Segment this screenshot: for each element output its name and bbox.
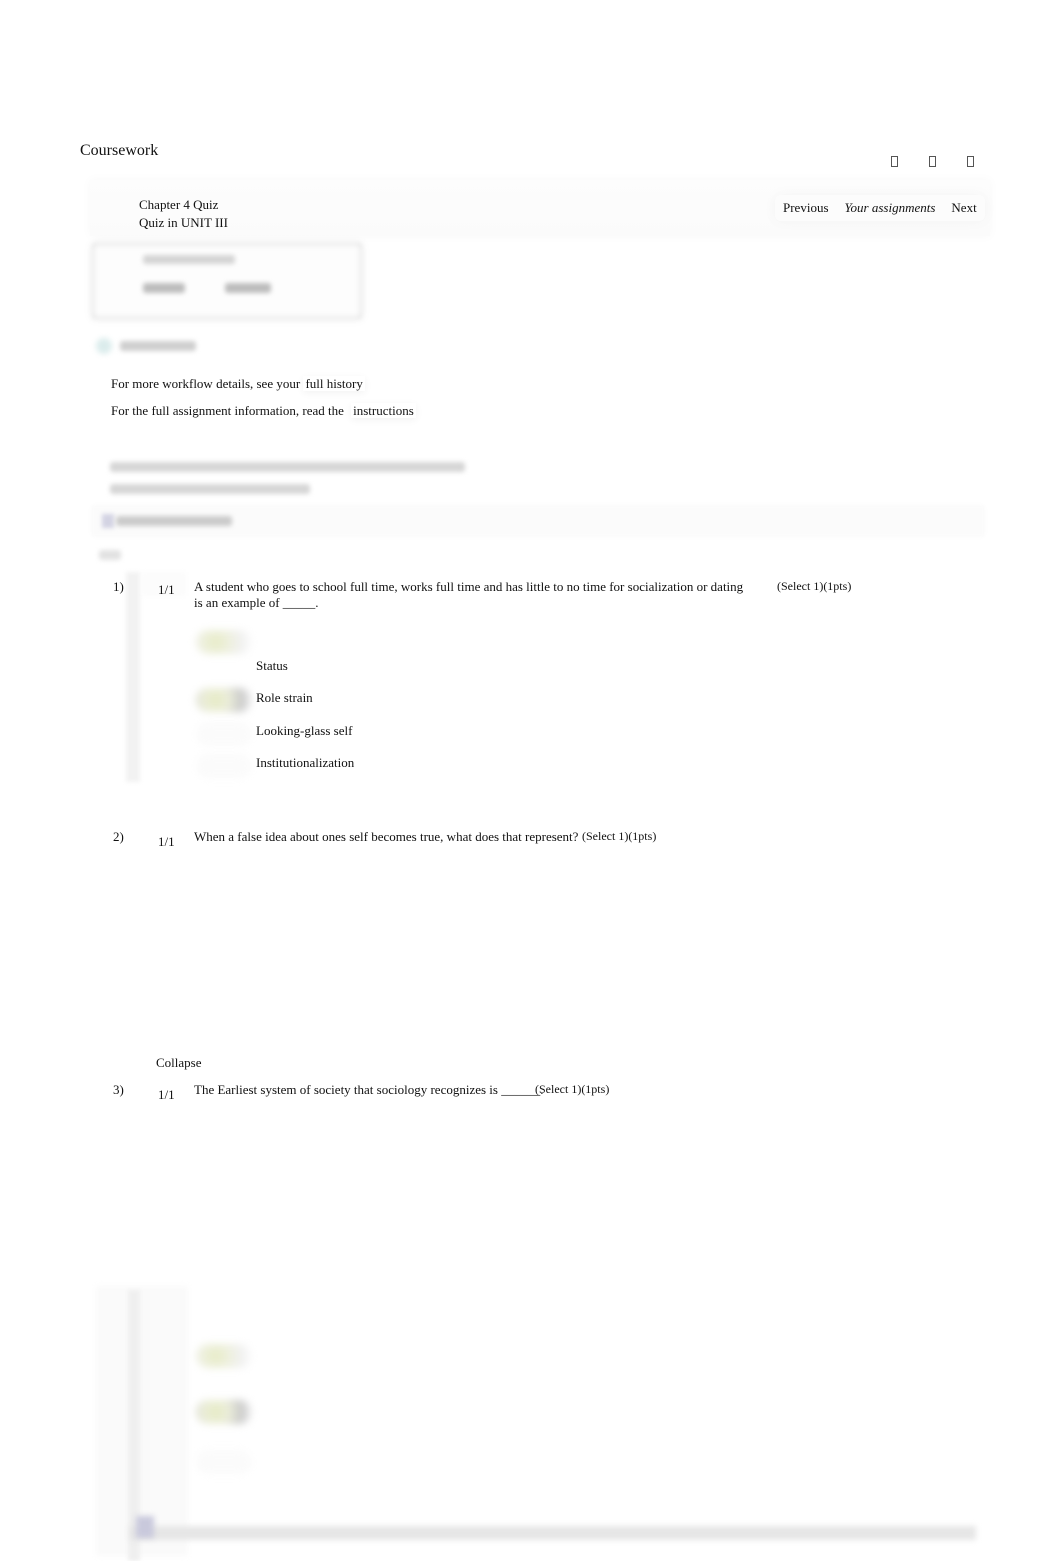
section-subtext-blurred [99,550,121,560]
question-text: A student who goes to school full time, … [194,579,744,610]
question-number: 3) [113,1082,124,1097]
status-text-blurred [120,341,196,351]
full-history-link[interactable]: full history [303,376,364,391]
option-radio[interactable] [196,754,252,778]
question-number: 1) [113,579,124,594]
next-button[interactable]: Next [943,196,984,220]
missing-glyph-icon[interactable] [967,156,974,167]
submission-info-blurred [110,462,465,472]
score-card-value-blurred [143,283,185,293]
option-radio[interactable] [196,722,252,746]
question-text: The Earliest system of society that soci… [194,1082,544,1097]
submission-info-blurred [110,484,310,494]
app-title: Coursework [80,142,159,159]
instructions-prefix: For the full assignment information, rea… [111,403,344,418]
option-label[interactable]: Role strain [256,690,313,706]
horizontal-scrollbar[interactable] [130,1526,976,1540]
question-rail [126,572,140,782]
scrollbar-handle[interactable] [136,1516,154,1538]
option-label[interactable]: Status [256,658,288,674]
option-radio[interactable] [196,1450,252,1474]
question-meta: (Select 1)(1pts) [582,829,657,843]
option-radio[interactable] [196,630,252,654]
question-meta: (Select 1)(1pts) [535,1082,610,1096]
question-score: 1/1 [158,834,175,849]
assignment-nav: Previous Your assignments Next [775,195,985,221]
score-card-label-blurred [143,255,235,264]
your-assignments-button[interactable]: Your assignments [837,196,944,220]
missing-glyph-icon[interactable] [891,156,898,167]
option-label[interactable]: Looking-glass self [256,723,352,739]
missing-glyph-icon[interactable] [929,156,936,167]
question-score: 1/1 [158,582,175,597]
score-card-value-blurred [225,283,271,293]
question-score: 1/1 [158,1087,175,1102]
question-number: 2) [113,829,124,844]
option-radio-selected[interactable] [196,1400,252,1424]
section-title-blurred [116,516,232,526]
history-line: For more workflow details, see your full… [111,376,365,392]
question-text: When a false idea about ones self become… [194,829,579,844]
collapse-button[interactable]: Collapse [156,1055,202,1071]
history-prefix: For more workflow details, see your [111,376,301,391]
section-icon [102,514,114,528]
assignment-subtitle: Quiz in UNIT III [139,215,228,230]
option-radio[interactable] [196,1344,252,1368]
option-radio-selected[interactable] [196,688,252,712]
status-icon [96,338,112,354]
option-label[interactable]: Institutionalization [256,755,354,771]
previous-button[interactable]: Previous [775,196,837,220]
instructions-line: For the full assignment information, rea… [111,403,416,419]
assignment-title: Chapter 4 Quiz [139,197,219,212]
instructions-link[interactable]: instructions [351,403,416,418]
question-meta: (Select 1)(1pts) [777,579,852,593]
